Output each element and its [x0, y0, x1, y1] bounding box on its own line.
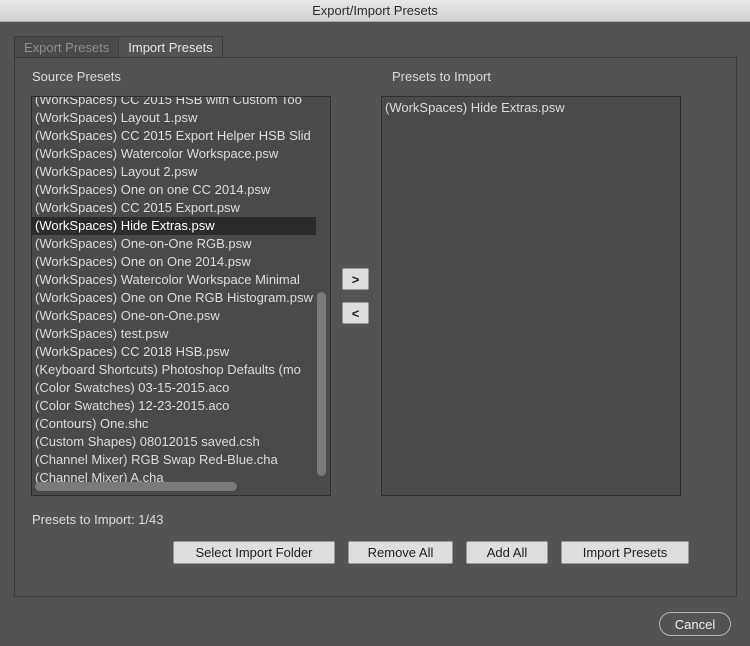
- source-preset-item[interactable]: (WorkSpaces) Layout 2.psw: [32, 163, 316, 181]
- remove-all-button[interactable]: Remove All: [348, 541, 453, 564]
- tab-bar: Export Presets Import Presets: [14, 36, 223, 58]
- source-list-vertical-scrollbar[interactable]: [317, 292, 326, 476]
- source-preset-item[interactable]: (WorkSpaces) One on one CC 2014.psw: [32, 181, 316, 199]
- cancel-button[interactable]: Cancel: [659, 612, 731, 636]
- source-preset-item[interactable]: (WorkSpaces) CC 2015 Export Helper HSB S…: [32, 127, 316, 145]
- tab-import-presets[interactable]: Import Presets: [118, 36, 223, 58]
- source-preset-item[interactable]: (Keyboard Shortcuts) Photoshop Defaults …: [32, 361, 316, 379]
- title-bar: Export/Import Presets: [0, 0, 750, 22]
- source-preset-item[interactable]: (WorkSpaces) CC 2018 HSB.psw: [32, 343, 316, 361]
- window-title: Export/Import Presets: [312, 3, 438, 18]
- source-preset-item[interactable]: (Color Swatches) 03-15-2015.aco: [32, 379, 316, 397]
- source-preset-item[interactable]: (Color Swatches) 12-23-2015.aco: [32, 397, 316, 415]
- presets-count-text: Presets to Import: 1/43: [32, 512, 164, 527]
- source-list-horizontal-scrollbar[interactable]: [35, 482, 237, 491]
- source-preset-item[interactable]: (WorkSpaces) One-on-One RGB.psw: [32, 235, 316, 253]
- source-presets-label: Source Presets: [32, 69, 121, 84]
- source-preset-item[interactable]: (Contours) One.shc: [32, 415, 316, 433]
- tab-export-presets[interactable]: Export Presets: [14, 36, 120, 58]
- source-preset-item[interactable]: (WorkSpaces) Layout 1.psw: [32, 109, 316, 127]
- source-preset-item[interactable]: (WorkSpaces) CC 2015 Export.psw: [32, 199, 316, 217]
- source-preset-item[interactable]: (WorkSpaces) Watercolor Workspace Minima…: [32, 271, 316, 289]
- source-presets-list[interactable]: (WorkSpaces) CC 2015 HSB with Custom Too…: [31, 96, 331, 496]
- source-preset-item[interactable]: (WorkSpaces) One on One RGB Histogram.ps…: [32, 289, 316, 307]
- presets-to-import-label: Presets to Import: [392, 69, 491, 84]
- source-preset-item[interactable]: (WorkSpaces) Watercolor Workspace.psw: [32, 145, 316, 163]
- remove-selected-button[interactable]: <: [342, 302, 369, 324]
- add-all-button[interactable]: Add All: [466, 541, 548, 564]
- add-selected-button[interactable]: >: [342, 268, 369, 290]
- source-presets-rows: (WorkSpaces) CC 2015 HSB with Custom Too…: [32, 97, 316, 487]
- select-import-folder-button[interactable]: Select Import Folder: [173, 541, 335, 564]
- source-preset-item[interactable]: (Custom Shapes) 08012015 saved.csh: [32, 433, 316, 451]
- presets-to-import-rows: (WorkSpaces) Hide Extras.psw: [382, 99, 680, 117]
- source-preset-item[interactable]: (WorkSpaces) Hide Extras.psw: [32, 217, 316, 235]
- import-presets-button[interactable]: Import Presets: [561, 541, 689, 564]
- source-preset-item[interactable]: (WorkSpaces) CC 2015 HSB with Custom Too: [32, 97, 316, 109]
- source-preset-item[interactable]: (WorkSpaces) One on One 2014.psw: [32, 253, 316, 271]
- import-preset-item[interactable]: (WorkSpaces) Hide Extras.psw: [382, 99, 680, 117]
- source-preset-item[interactable]: (WorkSpaces) test.psw: [32, 325, 316, 343]
- source-preset-item[interactable]: (WorkSpaces) One-on-One.psw: [32, 307, 316, 325]
- source-preset-item[interactable]: (Channel Mixer) RGB Swap Red-Blue.cha: [32, 451, 316, 469]
- presets-to-import-list[interactable]: (WorkSpaces) Hide Extras.psw: [381, 96, 681, 496]
